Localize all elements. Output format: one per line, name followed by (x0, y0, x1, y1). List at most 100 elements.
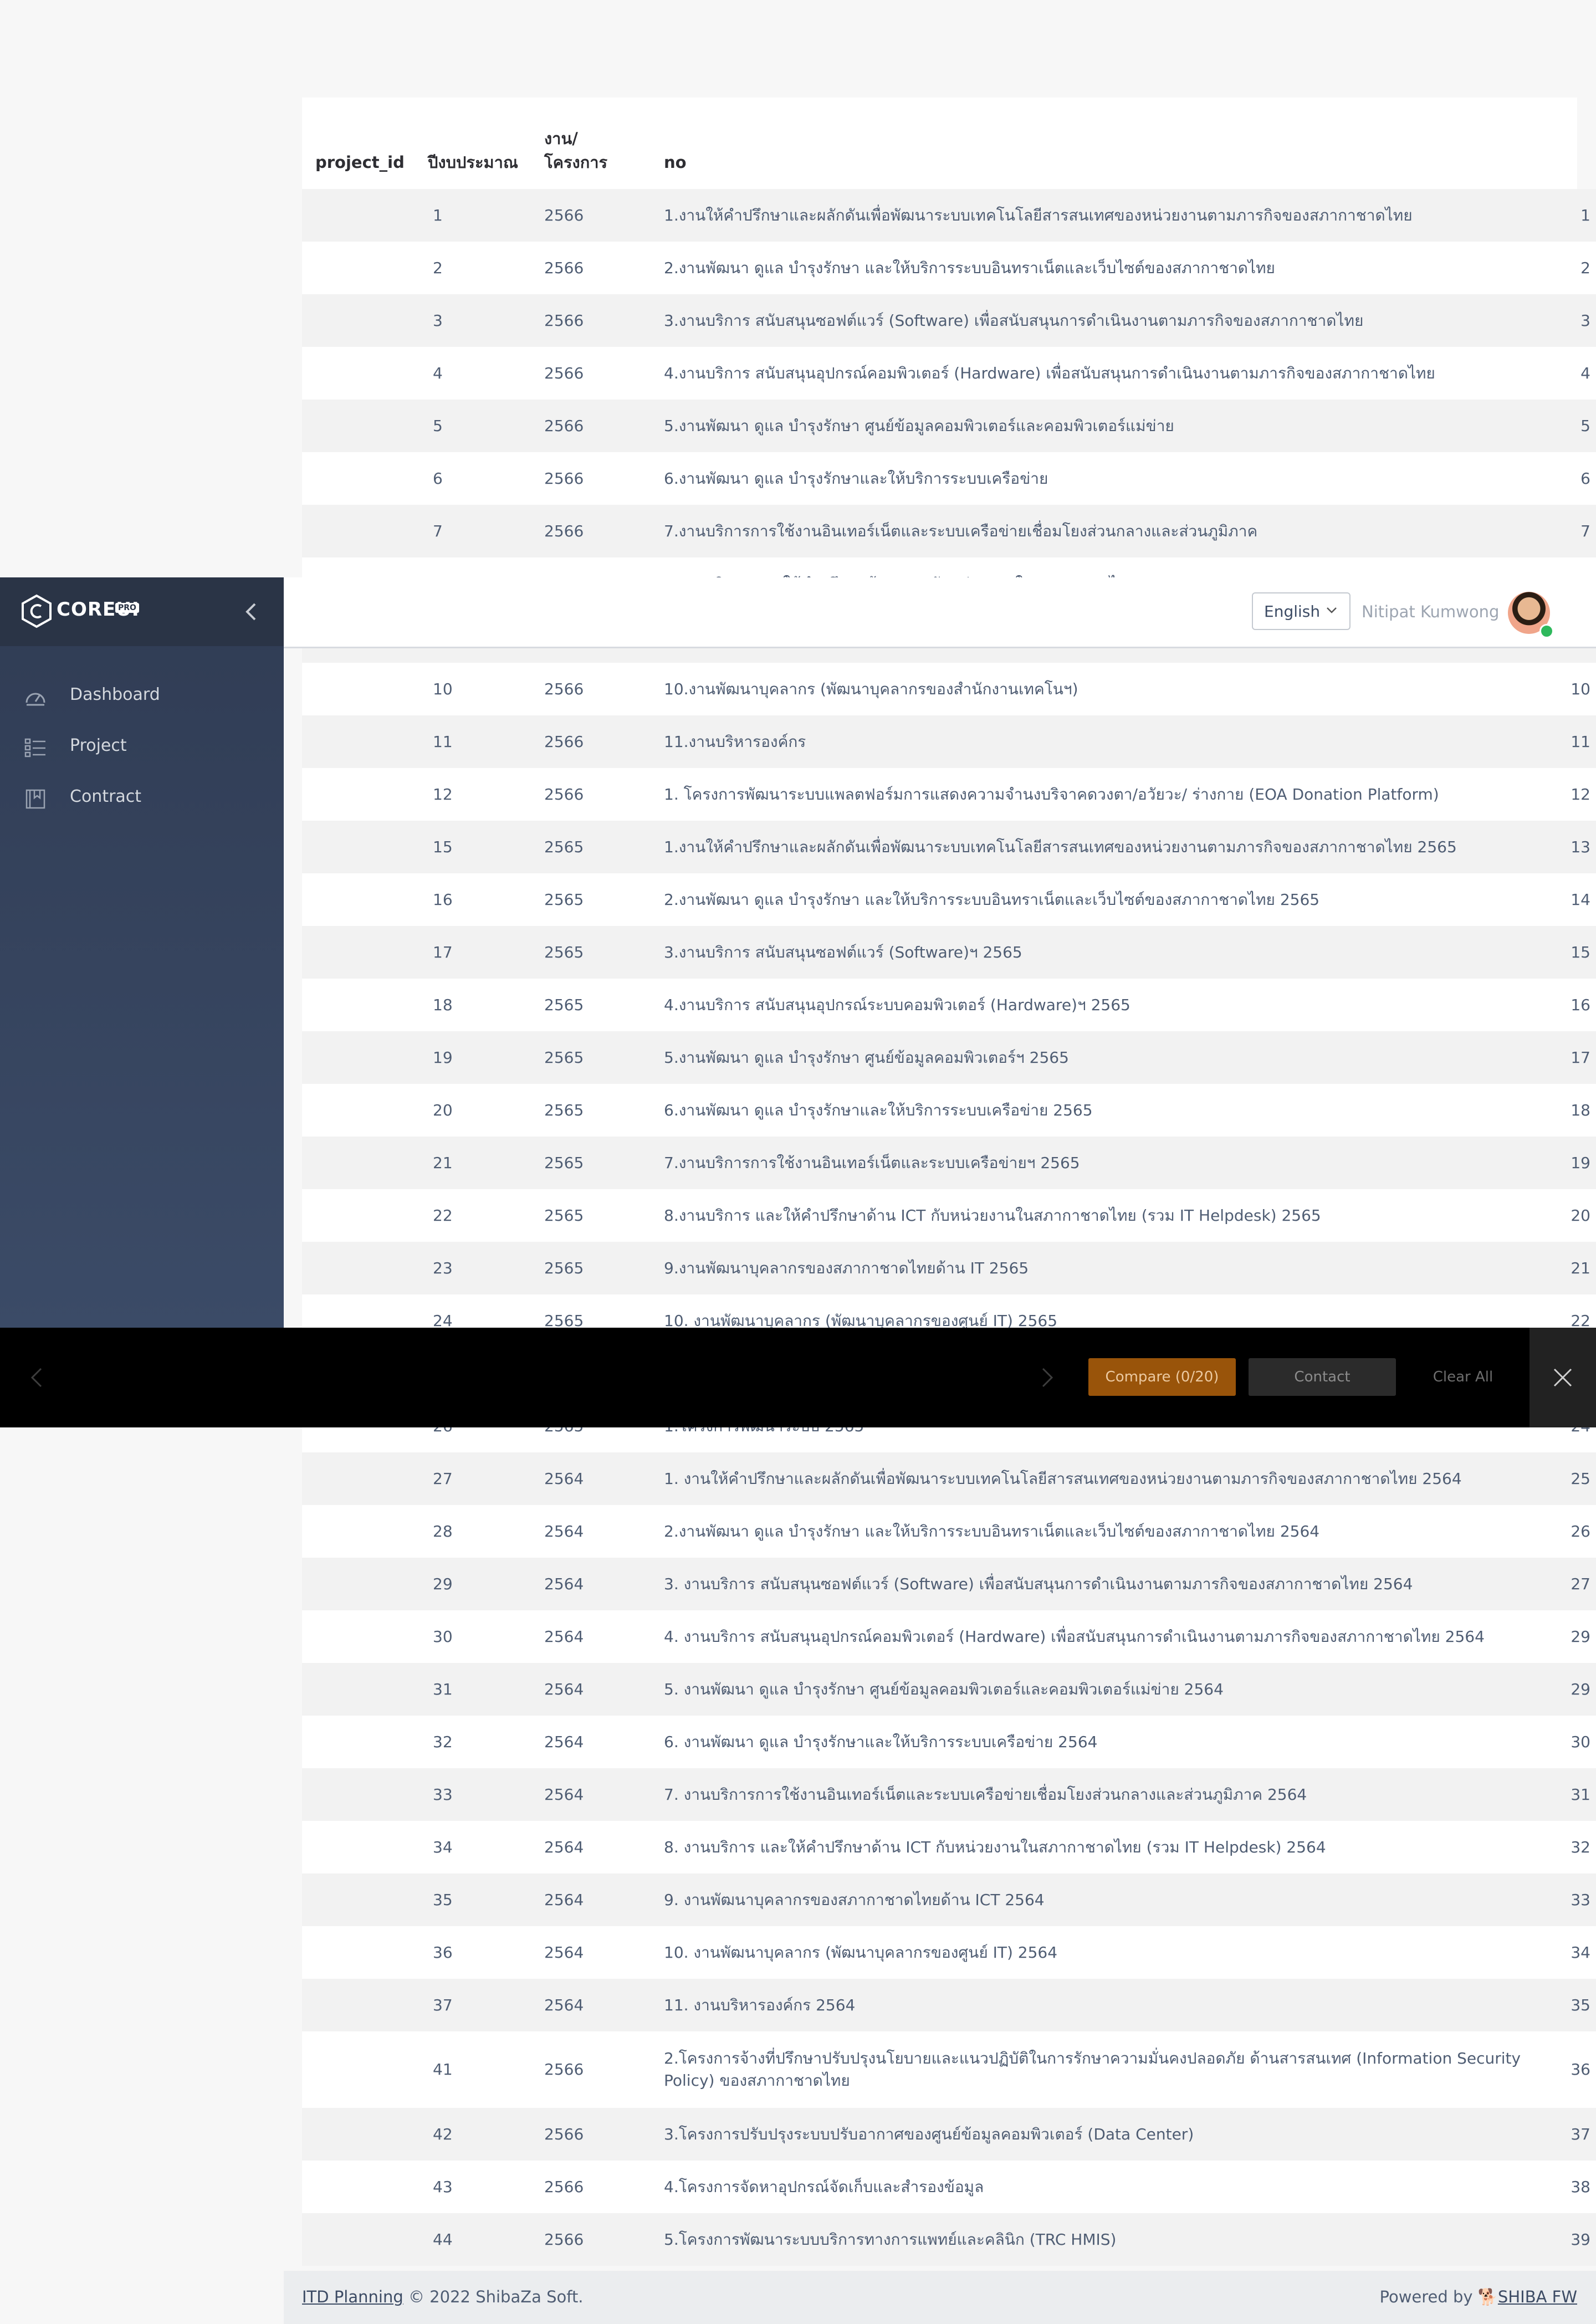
cell-project-name[interactable]: 7. งานบริการการใช้งานอินเทอร์เน็ตและระบบ… (664, 1768, 1539, 1821)
cell-project-name[interactable]: 3.งานบริการ สนับสนุนซอฟต์แวร์ (Software)… (664, 294, 1539, 347)
cell-project-id: 22 (302, 1189, 453, 1242)
table-row[interactable]: 21 2565 7.งานบริการการใช้งานอินเทอร์เน็ตแล… (302, 1137, 1596, 1189)
column-header-budget-year[interactable]: ปีงบประมาณ (428, 98, 544, 189)
cell-project-name[interactable]: 5.งานพัฒนา ดูแล บำรุงรักษา ศูนย์ข้อมูลคอ… (664, 1031, 1539, 1084)
cell-project-name[interactable]: 10.งานพัฒนาบุคลากร (พัฒนาบุคลากรของสำนัก… (664, 663, 1539, 715)
table-row[interactable]: 41 2566 2.โครงการจ้างที่ปรึกษาปรับปรุงนโยบ… (302, 2031, 1596, 2108)
language-select[interactable]: English (1252, 592, 1351, 630)
cell-project-name[interactable]: 10. งานพัฒนาบุคลากร (พัฒนาบุคลากรของศูนย… (664, 1926, 1539, 1979)
table-row[interactable]: 23 2565 9.งานพัฒนาบุคลากรของสภากาชาดไทยด้า… (302, 1242, 1596, 1294)
table-row[interactable]: 12 2566 1. โครงการพัฒนาระบบแพลตฟอร์มการแสด… (302, 768, 1596, 821)
cell-project-name[interactable]: 1. โครงการพัฒนาระบบแพลตฟอร์มการแสดงความจ… (664, 768, 1539, 821)
cell-project-name[interactable]: 8.งานบริการ และให้คำปรึกษาด้าน ICT กับหน… (664, 1189, 1539, 1242)
table-row[interactable]: 31 2564 5. งานพัฒนา ดูแล บำรุงรักษา ศูนย์ข… (302, 1663, 1596, 1716)
cell-text: 17 (433, 943, 453, 961)
sidebar-item-project[interactable]: Project (0, 723, 284, 772)
cell-project-name[interactable]: 5. งานพัฒนา ดูแล บำรุงรักษา ศูนย์ข้อมูลค… (664, 1663, 1539, 1716)
table-row[interactable]: 18 2565 4.งานบริการ สนับสนุนอุปกรณ์ระบบคอม… (302, 979, 1596, 1031)
table-row[interactable]: 34 2564 8. งานบริการ และให้คำปรึกษาด้าน IC… (302, 1821, 1596, 1873)
cell-budget-year: 2566 (428, 294, 584, 347)
cell-project-name[interactable]: 1. งานให้คำปรึกษาและผลักดันเพื่อพัฒนาระบ… (664, 1452, 1539, 1505)
table-row[interactable]: 10 2566 10.งานพัฒนาบุคลากร (พัฒนาบุคลากรขอ… (302, 663, 1596, 715)
cell-project-name[interactable]: 3.งานบริการ สนับสนุนซอฟต์แวร์ (Software)… (664, 926, 1539, 979)
cell-project-name[interactable]: 11.งานบริหารองค์กร (664, 715, 1539, 768)
cell-project-name[interactable]: 7.งานบริการการใช้งานอินเทอร์เน็ตและระบบเ… (664, 1137, 1539, 1189)
coreui-logo-icon (22, 594, 52, 628)
cell-project-name[interactable]: 11. งานบริหารองค์กร 2564 (664, 1979, 1539, 2031)
chevron-left-icon[interactable] (29, 1365, 44, 1390)
column-header-project-id[interactable]: project_id (302, 98, 428, 189)
cell-project-name[interactable]: 5.โครงการพัฒนาระบบบริการทางการแพทย์และคล… (664, 2213, 1539, 2266)
brand[interactable]: COREUI PRO (0, 577, 284, 646)
table-row[interactable]: 4 2566 4.งานบริการ สนับสนุนอุปกรณ์คอมพิวเต… (302, 347, 1596, 400)
table-row[interactable]: 28 2564 2.งานพัฒนา ดูแล บำรุงรักษา และให้บ… (302, 1505, 1596, 1558)
cell-project-name[interactable]: 4. งานบริการ สนับสนุนอุปกรณ์คอมพิวเตอร์ … (664, 1610, 1539, 1663)
chevron-left-icon[interactable] (242, 600, 262, 624)
table-row[interactable]: 1 2566 1.งานให้คำปรึกษาและผลักดันเพื่อพัฒน… (302, 189, 1596, 242)
table-row[interactable]: 33 2564 7. งานบริการการใช้งานอินเทอร์เน็ตแ… (302, 1768, 1596, 1821)
table-row[interactable]: 35 2564 9. งานพัฒนาบุคลากรของสภากาชาดไทยด้… (302, 1873, 1596, 1926)
table-row[interactable]: 19 2565 5.งานพัฒนา ดูแล บำรุงรักษา ศูนย์ข้… (302, 1031, 1596, 1084)
cell-project-name[interactable]: 2.งานพัฒนา ดูแล บำรุงรักษา และให้บริการร… (664, 1505, 1539, 1558)
framework-link[interactable]: SHIBA FW (1498, 2287, 1577, 2306)
column-header-no[interactable]: no (664, 98, 1539, 189)
cell-project-name[interactable]: 6. งานพัฒนา ดูแล บำรุงรักษาและให้บริการร… (664, 1716, 1539, 1768)
table-row[interactable]: 29 2564 3. งานบริการ สนับสนุนซอฟต์แวร์ (So… (302, 1558, 1596, 1610)
table-row[interactable]: 36 2564 10. งานพัฒนาบุคลากร (พัฒนาบุคลากรข… (302, 1926, 1596, 1979)
table-row[interactable]: 15 2565 1.งานให้คำปรึกษาและผลักดันเพื่อพัฒ… (302, 821, 1596, 873)
cell-project-id: 28 (302, 1505, 453, 1558)
cell-project-name[interactable]: 3.โครงการปรับปรุงระบบปรับอากาศของศูนย์ข้… (664, 2108, 1539, 2161)
cell-text: 28 (433, 1522, 453, 1540)
table-row[interactable]: 27 2564 1. งานให้คำปรึกษาและผลักดันเพื่อพั… (302, 1452, 1596, 1505)
footer: ITD Planning © 2022 ShibaZa Soft. Powere… (284, 2271, 1596, 2324)
table-row[interactable]: 42 2566 3.โครงการปรับปรุงระบบปรับอากาศของศ… (302, 2108, 1596, 2161)
cell-project-name[interactable]: 4.งานบริการ สนับสนุนอุปกรณ์ระบบคอมพิวเตอ… (664, 979, 1539, 1031)
cell-project-name[interactable]: 3. งานบริการ สนับสนุนซอฟต์แวร์ (Software… (664, 1558, 1539, 1610)
close-compare-button[interactable] (1530, 1328, 1596, 1427)
column-header-work[interactable]: งาน/ โครงการ (544, 98, 664, 189)
table-row[interactable]: 44 2566 5.โครงการพัฒนาระบบบริการทางการแพทย… (302, 2213, 1596, 2266)
table-row[interactable]: 20 2565 6.งานพัฒนา ดูแล บำรุงรักษาและให้บร… (302, 1084, 1596, 1137)
cell-project-name[interactable]: 1.งานให้คำปรึกษาและผลักดันเพื่อพัฒนาระบบ… (664, 821, 1539, 873)
table-row[interactable]: 30 2564 4. งานบริการ สนับสนุนอุปกรณ์คอมพิว… (302, 1610, 1596, 1663)
app-home-link[interactable]: ITD Planning (302, 2287, 403, 2306)
table-row[interactable]: 7 2566 7.งานบริการการใช้งานอินเทอร์เน็ตและ… (302, 505, 1596, 557)
cell-project-id: 5 (302, 400, 443, 452)
cell-project-name[interactable]: 1.งานให้คำปรึกษาและผลักดันเพื่อพัฒนาระบบ… (664, 189, 1539, 242)
cell-project-name[interactable]: 2.งานพัฒนา ดูแล บำรุงรักษา และให้บริการร… (664, 242, 1539, 294)
cell-project-name[interactable]: 4.โครงการจัดหาอุปกรณ์จัดเก็บและสำรองข้อม… (664, 2161, 1539, 2213)
cell-project-name[interactable]: 7.งานบริการการใช้งานอินเทอร์เน็ตและระบบเ… (664, 505, 1539, 557)
table-row[interactable]: 22 2565 8.งานบริการ และให้คำปรึกษาด้าน ICT… (302, 1189, 1596, 1242)
table-row[interactable]: 32 2564 6. งานพัฒนา ดูแล บำรุงรักษาและให้บ… (302, 1716, 1596, 1768)
cell-no: 18 (1539, 1084, 1596, 1137)
table-row[interactable]: 6 2566 6.งานพัฒนา ดูแล บำรุงรักษาและให้บริ… (302, 452, 1596, 505)
cell-project-id: 27 (302, 1452, 453, 1505)
sidebar-item-contract[interactable]: Contract (0, 774, 284, 823)
cell-project-name[interactable]: 8. งานบริการ และให้คำปรึกษาด้าน ICT กับห… (664, 1821, 1539, 1873)
table-row[interactable]: 3 2566 3.งานบริการ สนับสนุนซอฟต์แวร์ (Soft… (302, 294, 1596, 347)
cell-project-name[interactable]: 2.งานพัฒนา ดูแล บำรุงรักษา และให้บริการร… (664, 873, 1539, 926)
cell-project-name[interactable]: 5.งานพัฒนา ดูแล บำรุงรักษา ศูนย์ข้อมูลคอ… (664, 400, 1539, 452)
cell-project-name[interactable]: 9. งานพัฒนาบุคลากรของสภากาชาดไทยด้าน ICT… (664, 1873, 1539, 1926)
cell-project-id: 3 (302, 294, 443, 347)
table-row[interactable]: 2 2566 2.งานพัฒนา ดูแล บำรุงรักษา และให้บร… (302, 242, 1596, 294)
cell-project-name[interactable]: 6.งานพัฒนา ดูแล บำรุงรักษาและให้บริการระ… (664, 1084, 1539, 1137)
cell-no: 36 (1539, 2031, 1596, 2108)
contact-button[interactable]: Contact (1249, 1358, 1396, 1396)
clear-all-button[interactable]: Clear All (1413, 1358, 1513, 1396)
compare-button[interactable]: Compare (0/20) (1088, 1358, 1236, 1396)
table-row[interactable]: 43 2566 4.โครงการจัดหาอุปกรณ์จัดเก็บและสำร… (302, 2161, 1596, 2213)
table-row[interactable]: 11 2566 11.งานบริหารองค์กร 11 (302, 715, 1596, 768)
sidebar-item-dashboard[interactable]: Dashboard (0, 672, 284, 721)
table-row[interactable]: 16 2565 2.งานพัฒนา ดูแล บำรุงรักษา และให้บ… (302, 873, 1596, 926)
cell-project-id: 16 (302, 873, 453, 926)
cell-project-id: 18 (302, 979, 453, 1031)
table-row[interactable]: 5 2566 5.งานพัฒนา ดูแล บำรุงรักษา ศูนย์ข้อ… (302, 400, 1596, 452)
chevron-right-icon[interactable] (1040, 1365, 1055, 1390)
cell-project-name[interactable]: 6.งานพัฒนา ดูแล บำรุงรักษาและให้บริการระ… (664, 452, 1539, 505)
table-row[interactable]: 37 2564 11. งานบริหารองค์กร 2564 35 (302, 1979, 1596, 2031)
cell-project-name[interactable]: 9.งานพัฒนาบุคลากรของสภากาชาดไทยด้าน IT 2… (664, 1242, 1539, 1294)
cell-project-name[interactable]: 4.งานบริการ สนับสนุนอุปกรณ์คอมพิวเตอร์ (… (664, 347, 1539, 400)
cell-project-name[interactable]: 2.โครงการจ้างที่ปรึกษาปรับปรุงนโยบายและแ… (664, 2031, 1539, 2108)
table-row[interactable]: 17 2565 3.งานบริการ สนับสนุนซอฟต์แวร์ (Sof… (302, 926, 1596, 979)
